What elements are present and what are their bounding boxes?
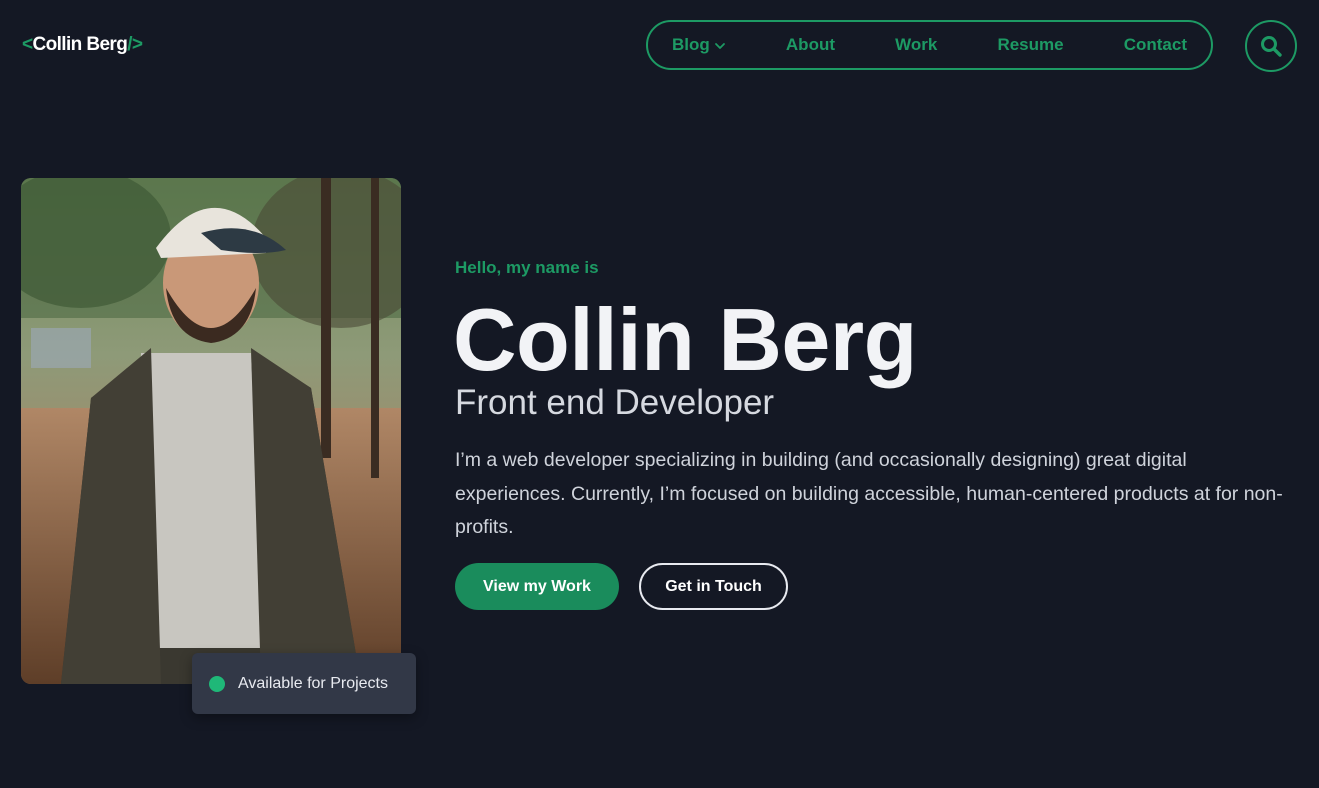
main-nav: Blog About Work Resume Contact — [646, 20, 1213, 70]
logo-name: Collin Berg — [32, 34, 128, 55]
get-in-touch-button[interactable]: Get in Touch — [639, 563, 788, 610]
nav-item-contact[interactable]: Contact — [1124, 35, 1187, 55]
logo-open-bracket: < — [22, 34, 33, 55]
profile-photo — [21, 178, 401, 684]
hero-role: Front end Developer — [455, 383, 775, 422]
nav-item-work[interactable]: Work — [895, 35, 937, 55]
status-dot-icon — [209, 675, 225, 692]
chevron-down-icon — [714, 43, 725, 49]
hero-bio: I’m a web developer specializing in buil… — [455, 449, 1283, 538]
search-button[interactable] — [1245, 20, 1297, 72]
view-work-button[interactable]: View my Work — [455, 563, 619, 610]
availability-label: Available for Projects — [238, 674, 388, 692]
nav-item-resume[interactable]: Resume — [997, 35, 1063, 55]
logo-close-bracket: /> — [127, 34, 143, 55]
site-logo[interactable]: <Collin Berg/> — [22, 34, 143, 56]
search-icon — [1261, 36, 1282, 57]
nav-item-blog[interactable]: Blog — [672, 35, 726, 55]
hero-greeting: Hello, my name is — [455, 258, 599, 277]
page: <Collin Berg/> Blog About Work Resume Co… — [0, 0, 1319, 788]
hero-name: Collin Berg — [453, 290, 917, 389]
nav-item-about[interactable]: About — [786, 35, 835, 55]
availability-badge: Available for Projects — [192, 653, 416, 714]
nav-item-label: Blog — [672, 35, 710, 54]
profile-photo-image — [21, 178, 401, 684]
